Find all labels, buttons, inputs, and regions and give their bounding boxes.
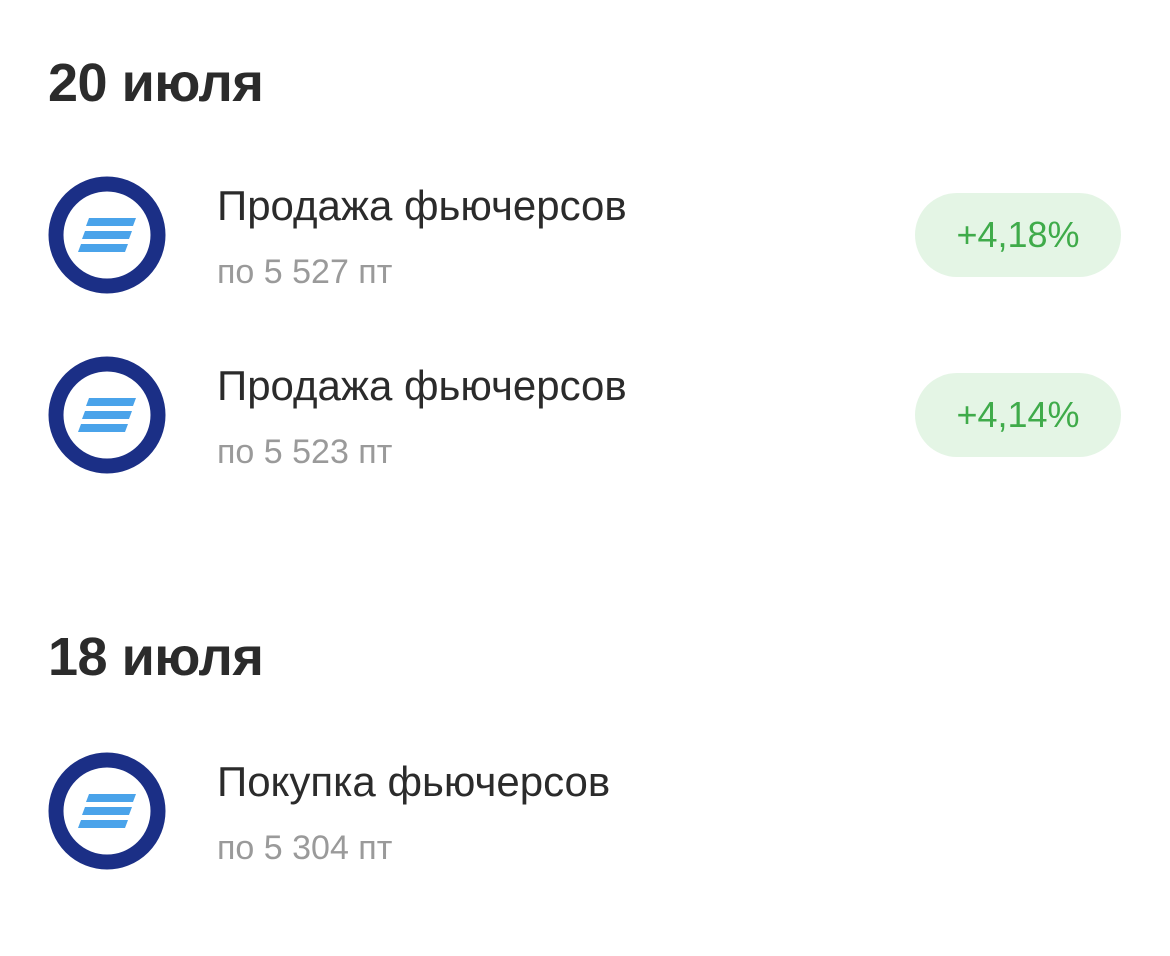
futures-logo-icon: [47, 355, 167, 475]
operation-row[interactable]: Продажа фьючерсов по 5 527 пт +4,18%: [0, 175, 1170, 305]
operation-title: Продажа фьючерсов: [217, 362, 627, 409]
operation-row[interactable]: Покупка фьючерсов по 5 304 пт: [0, 751, 1170, 881]
section-date-18-july: 18 июля: [48, 627, 264, 687]
operation-row[interactable]: Продажа фьючерсов по 5 523 пт +4,14%: [0, 355, 1170, 485]
operation-title: Продажа фьючерсов: [217, 182, 627, 229]
operation-price: по 5 304 пт: [217, 829, 393, 867]
operation-price: по 5 527 пт: [217, 253, 393, 291]
change-badge: +4,14%: [915, 373, 1121, 457]
change-value: +4,18%: [956, 214, 1080, 255]
operation-title: Покупка фьючерсов: [217, 758, 611, 805]
section-date-20-july: 20 июля: [48, 53, 264, 113]
change-value: +4,14%: [956, 394, 1080, 435]
change-badge: +4,18%: [915, 193, 1121, 277]
futures-logo-icon: [47, 175, 167, 295]
futures-logo-icon: [47, 751, 167, 871]
operation-price: по 5 523 пт: [217, 433, 393, 471]
